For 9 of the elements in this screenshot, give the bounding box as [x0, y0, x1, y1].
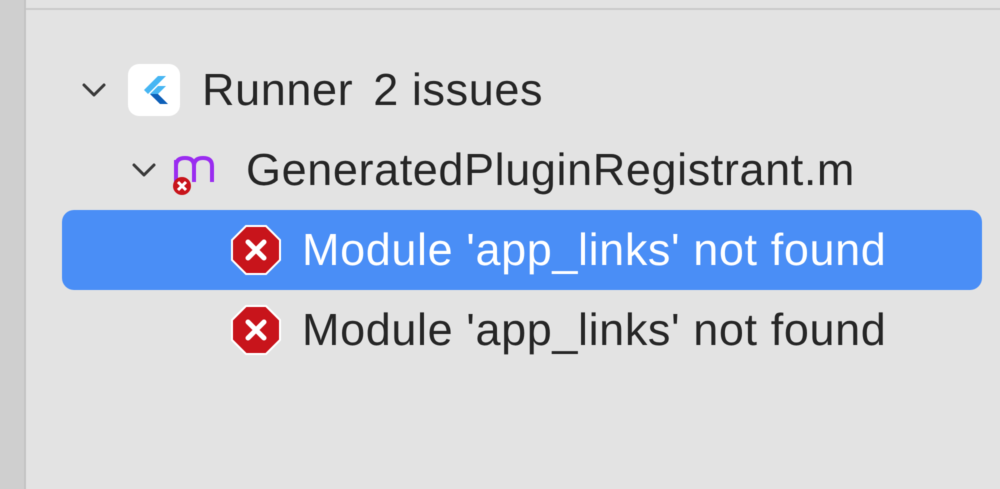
- app-icon: [128, 64, 180, 116]
- file-name[interactable]: GeneratedPluginRegistrant.m: [246, 144, 856, 196]
- project-name[interactable]: Runner: [202, 64, 354, 116]
- issue-message: Module 'app_links' not found: [302, 304, 886, 356]
- issue-message: Module 'app_links' not found: [302, 224, 886, 276]
- error-icon: [230, 224, 282, 276]
- issue-row[interactable]: Module 'app_links' not found: [62, 290, 982, 370]
- issue-count: 2 issues: [373, 64, 544, 116]
- error-icon: [230, 304, 282, 356]
